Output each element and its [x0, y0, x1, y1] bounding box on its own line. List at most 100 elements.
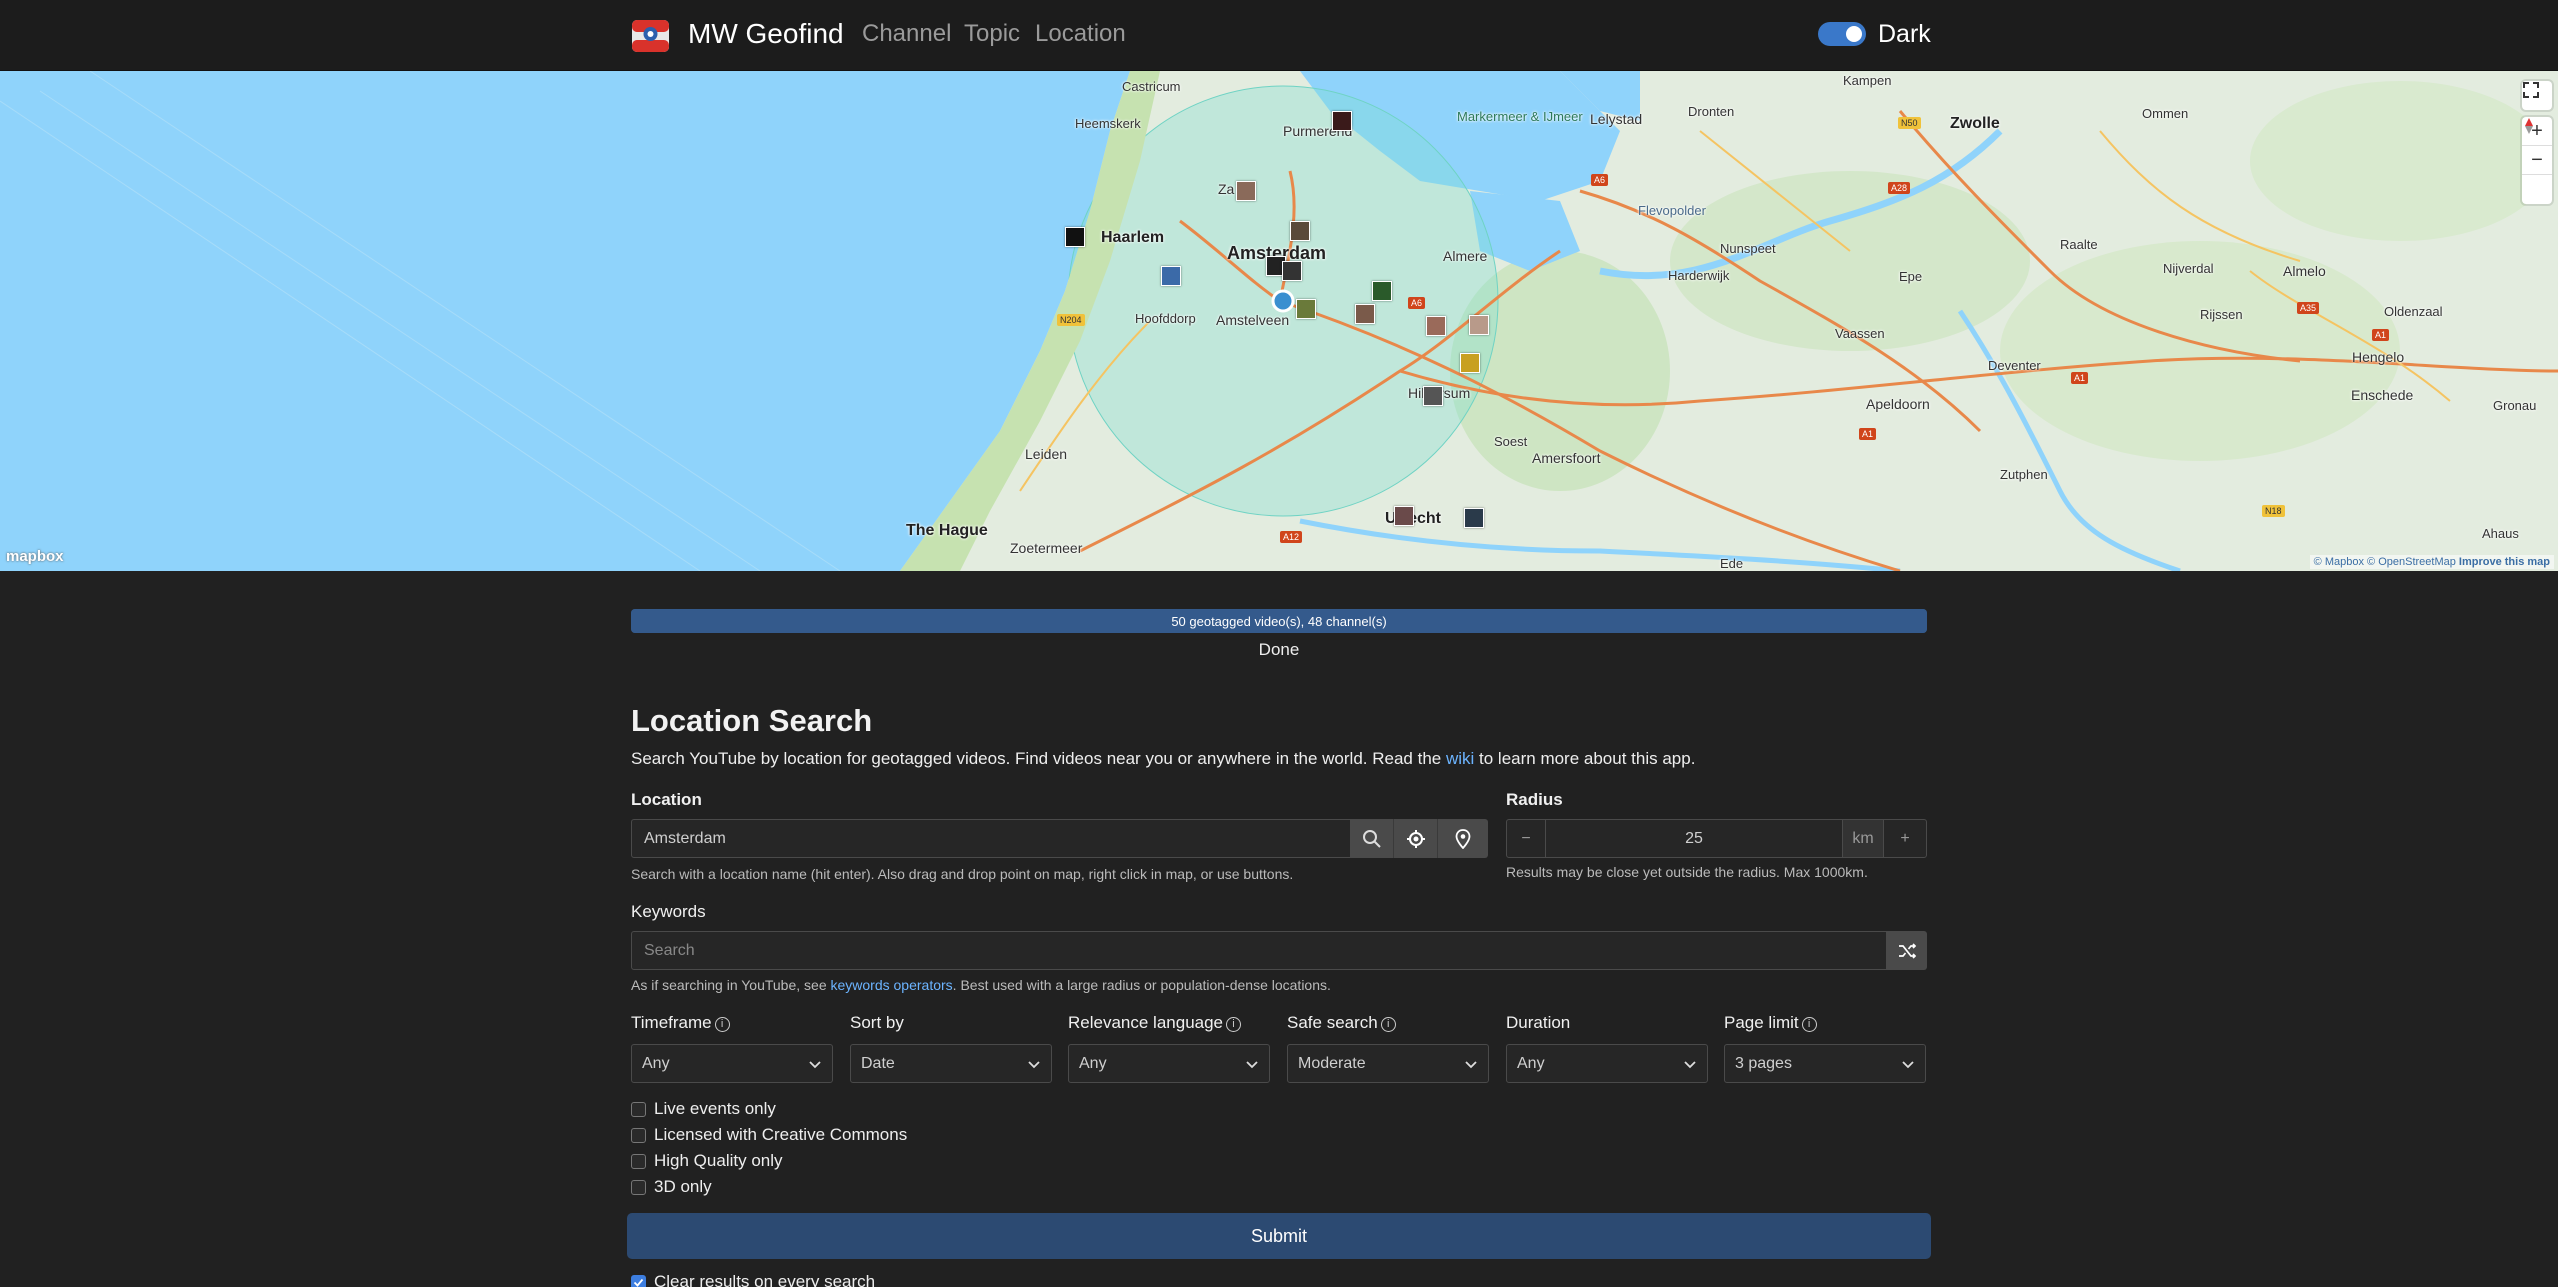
road-badge: A12: [1280, 531, 1303, 543]
3d-only-checkbox[interactable]: [631, 1179, 646, 1195]
relevance-language-label: Relevance language i: [1068, 1013, 1242, 1033]
map-label-nunspeet: Nunspeet: [1720, 241, 1776, 256]
keywords-operators-link[interactable]: keywords operators: [831, 977, 953, 993]
page-title: Location Search: [631, 703, 873, 738]
clear-results-option[interactable]: Clear results on every search: [631, 1272, 875, 1287]
keywords-label: Keywords: [631, 902, 706, 921]
map-label-nijverdal: Nijverdal: [2163, 261, 2214, 276]
video-marker[interactable]: [1394, 506, 1414, 526]
map-label-hoofddorp: Hoofddorp: [1135, 311, 1196, 326]
sort-by-label: Sort by: [850, 1013, 904, 1032]
map-label-vaassen: Vaassen: [1835, 326, 1885, 341]
chevron-down-icon: [809, 1060, 821, 1068]
location-help: Search with a location name (hit enter).…: [631, 866, 1294, 882]
map-label-ommen: Ommen: [2142, 106, 2189, 121]
compass-icon[interactable]: [2522, 118, 2552, 204]
duration-select[interactable]: Any: [1506, 1044, 1708, 1083]
map-label-oldenzaal: Oldenzaal: [2384, 304, 2443, 319]
creative-commons-checkbox[interactable]: [631, 1127, 646, 1143]
shuffle-keywords-button[interactable]: [1886, 931, 1927, 970]
fullscreen-icon[interactable]: [2522, 81, 2552, 110]
map-label-ahaus: Ahaus: [2482, 526, 2519, 541]
video-marker[interactable]: [1460, 353, 1480, 373]
info-icon[interactable]: i: [1380, 1017, 1396, 1032]
video-marker[interactable]: [1161, 266, 1181, 286]
page-limit-label-text: Page limit: [1724, 1013, 1799, 1032]
zoom-out-button[interactable]: −: [2522, 146, 2552, 175]
map-label-dronten: Dronten: [1688, 104, 1735, 119]
chevron-down-icon: [1246, 1060, 1258, 1068]
timeframe-select[interactable]: Any: [631, 1044, 833, 1083]
radius-increase-button[interactable]: +: [1883, 819, 1927, 858]
road-badge: N204: [1057, 314, 1085, 326]
brand-title[interactable]: MW Geofind: [688, 18, 844, 50]
video-marker[interactable]: [1065, 227, 1085, 247]
video-marker[interactable]: [1464, 508, 1484, 528]
high-quality-checkbox[interactable]: [631, 1153, 646, 1169]
navbar: MW Geofind Channel Topic Location Dark: [0, 0, 2558, 71]
live-events-option[interactable]: Live events only: [631, 1099, 776, 1119]
current-location-button[interactable]: [1394, 819, 1438, 858]
results-progress-bar: 50 geotagged video(s), 48 channel(s): [631, 609, 1927, 633]
mapbox-attribution-link[interactable]: © Mapbox: [2314, 556, 2364, 568]
keywords-input[interactable]: Search: [631, 931, 1887, 970]
fullscreen-control[interactable]: [2522, 81, 2552, 110]
brand-logo-icon[interactable]: [632, 20, 669, 52]
map-label-heemskerk: Heemskerk: [1075, 116, 1141, 131]
chevron-down-icon: [1902, 1060, 1914, 1068]
relevance-language-select[interactable]: Any: [1068, 1044, 1270, 1083]
video-marker[interactable]: [1355, 304, 1375, 324]
creative-commons-option[interactable]: Licensed with Creative Commons: [631, 1125, 907, 1145]
keywords-help: As if searching in YouTube, see keywords…: [631, 977, 1331, 993]
intro-text-before: Search YouTube by location for geotagged…: [631, 749, 1446, 768]
relevance-language-label-text: Relevance language: [1068, 1013, 1224, 1032]
video-marker[interactable]: [1290, 221, 1310, 241]
sort-by-select[interactable]: Date: [850, 1044, 1052, 1083]
search-location-button[interactable]: [1350, 819, 1394, 858]
clear-results-label: Clear results on every search: [654, 1272, 876, 1287]
radius-decrease-button[interactable]: −: [1506, 819, 1546, 858]
timeframe-label-text: Timeframe: [631, 1013, 712, 1032]
nav-link-channel[interactable]: Channel: [862, 20, 951, 48]
wiki-link[interactable]: wiki: [1446, 749, 1474, 768]
dark-mode-label: Dark: [1878, 20, 1931, 48]
high-quality-option[interactable]: High Quality only: [631, 1151, 783, 1171]
sort-by-value: Date: [861, 1054, 895, 1072]
map-label-raalte: Raalte: [2060, 237, 2098, 252]
video-marker[interactable]: [1469, 315, 1489, 335]
info-icon[interactable]: i: [1801, 1017, 1817, 1032]
video-marker[interactable]: [1426, 316, 1446, 336]
submit-button[interactable]: Submit: [627, 1213, 1931, 1259]
nav-link-location[interactable]: Location: [1035, 20, 1126, 48]
clear-results-checkbox[interactable]: [631, 1274, 646, 1287]
video-marker[interactable]: [1236, 181, 1256, 201]
map-label-amstelveen: Amstelveen: [1216, 312, 1290, 328]
video-marker[interactable]: [1372, 281, 1392, 301]
radius-input[interactable]: 25: [1545, 819, 1843, 858]
mapbox-logo[interactable]: mapbox: [6, 548, 64, 565]
nav-link-topic[interactable]: Topic: [964, 20, 1020, 48]
map-label-markermeer: Markermeer & IJmeer: [1457, 109, 1583, 124]
map-label-deventer: Deventer: [1988, 358, 2041, 373]
page-limit-select[interactable]: 3 pages: [1724, 1044, 1926, 1083]
map[interactable]: Castricum Heemskerk Purmerend Markermeer…: [0, 71, 2558, 571]
map-label-soest: Soest: [1494, 434, 1528, 449]
safe-search-select[interactable]: Moderate: [1287, 1044, 1489, 1083]
map-center-button[interactable]: [1438, 819, 1488, 858]
safe-search-label: Safe search i: [1287, 1013, 1396, 1033]
video-marker[interactable]: [1423, 386, 1443, 406]
live-events-checkbox[interactable]: [631, 1101, 646, 1117]
video-marker[interactable]: [1296, 299, 1316, 319]
checkmark-icon: [633, 1278, 644, 1287]
video-marker[interactable]: [1332, 111, 1352, 131]
osm-attribution-link[interactable]: © OpenStreetMap: [2367, 556, 2456, 568]
improve-map-link[interactable]: Improve this map: [2459, 556, 2550, 568]
road-badge: A35: [2297, 302, 2320, 314]
info-icon[interactable]: i: [714, 1017, 730, 1032]
info-icon[interactable]: i: [1226, 1017, 1242, 1032]
dark-mode-toggle[interactable]: [1818, 22, 1866, 46]
map-attribution: © Mapbox © OpenStreetMap Improve this ma…: [2309, 555, 2554, 569]
location-input[interactable]: Amsterdam: [631, 819, 1351, 858]
video-marker[interactable]: [1282, 261, 1302, 281]
3d-only-option[interactable]: 3D only: [631, 1177, 712, 1197]
